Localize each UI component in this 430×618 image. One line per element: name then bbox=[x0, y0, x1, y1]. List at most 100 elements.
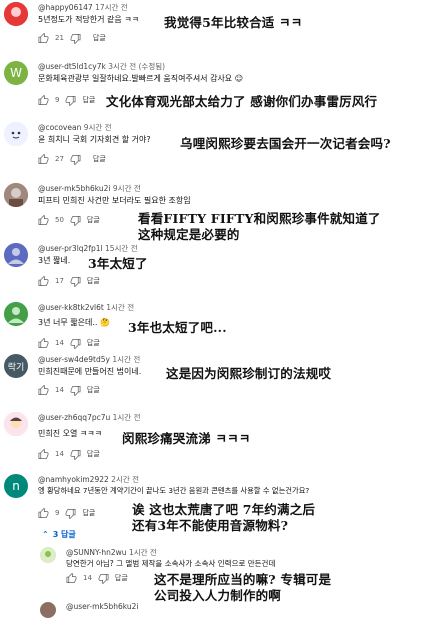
avatar-letter: 락기 bbox=[7, 362, 25, 373]
comment-time: 1시간 전 bbox=[106, 303, 135, 312]
comment-text: 당연한거 아님? 그 앨범 제작을 소속사가 소속사 인력으로 만든건데 bbox=[66, 559, 276, 568]
avatar-letter: n bbox=[12, 479, 20, 493]
comment-username[interactable]: @user-mk5bh6ku2i bbox=[66, 602, 139, 611]
comment-translation: 3年也太短了吧... bbox=[128, 320, 227, 335]
reply-button[interactable]: 답글 bbox=[87, 385, 100, 395]
comment-time: 15시간 전 bbox=[104, 244, 138, 253]
user-avatar[interactable] bbox=[4, 243, 28, 267]
comment-text: 3년 짧네. bbox=[38, 256, 71, 265]
reply-button[interactable]: 답글 bbox=[115, 573, 128, 583]
comment-translation: 3年太短了 bbox=[88, 256, 148, 271]
reply-button[interactable]: 답글 bbox=[87, 449, 100, 459]
comment-username[interactable]: @user-sw4de9td5y bbox=[38, 355, 110, 364]
like-icon[interactable] bbox=[38, 275, 49, 287]
avatar-image bbox=[4, 2, 28, 26]
view-replies-button[interactable]: ⌃ 3 답글 bbox=[42, 529, 76, 540]
comment-time: 9시간 전 bbox=[112, 184, 141, 193]
comment-username[interactable]: @user-kk8tk2vl6t bbox=[38, 303, 104, 312]
comment-time: 1시간 전 bbox=[112, 413, 141, 422]
comment-time: 3시간 전 (수정됨) bbox=[108, 62, 166, 71]
comment-username[interactable]: @SUNNY-hn2wu bbox=[66, 548, 127, 557]
avatar-image bbox=[4, 302, 28, 326]
dislike-icon[interactable] bbox=[65, 508, 76, 519]
like-count: 9 bbox=[55, 96, 60, 104]
comment-time: 1시간 전 bbox=[112, 355, 141, 364]
dislike-icon[interactable] bbox=[70, 385, 81, 396]
user-avatar[interactable] bbox=[4, 2, 28, 26]
like-icon[interactable] bbox=[38, 153, 49, 165]
comment-username[interactable]: @user-mk5bh6ku2i bbox=[38, 184, 111, 193]
comment-text: 3년 너무 짧은데.. bbox=[38, 318, 98, 327]
like-icon[interactable] bbox=[38, 507, 49, 519]
avatar-letter: W bbox=[10, 66, 22, 80]
reply-button[interactable]: 답글 bbox=[87, 276, 100, 286]
dislike-icon[interactable] bbox=[70, 215, 81, 226]
comment-translation: 文化体育观光部太给力了 感谢你们办事雷厉风行 bbox=[106, 94, 378, 109]
reply-button[interactable]: 답글 bbox=[93, 154, 106, 164]
user-avatar[interactable] bbox=[4, 122, 28, 146]
comment-username[interactable]: @user-pr3lq2fp1l bbox=[38, 244, 103, 253]
like-icon[interactable] bbox=[38, 94, 49, 106]
avatar-image bbox=[40, 547, 56, 563]
reply-button[interactable]: 답글 bbox=[82, 508, 95, 518]
like-icon[interactable] bbox=[38, 384, 49, 396]
user-avatar[interactable] bbox=[4, 412, 28, 436]
dislike-icon[interactable] bbox=[98, 573, 109, 584]
dislike-icon[interactable] bbox=[70, 338, 81, 349]
like-icon[interactable] bbox=[66, 572, 77, 584]
user-avatar[interactable] bbox=[40, 602, 56, 618]
comment-time: 1시간 전 bbox=[128, 548, 157, 557]
user-avatar[interactable] bbox=[40, 547, 56, 563]
comment-text: 윤 희치니 국회 기자회견 할 거야? bbox=[38, 135, 151, 144]
comment-username[interactable]: @user-zh6qq7pc7u bbox=[38, 413, 110, 422]
replies-count-label: 3 답글 bbox=[52, 530, 76, 539]
reply-button[interactable]: 답글 bbox=[87, 338, 100, 348]
user-avatar[interactable]: n bbox=[4, 474, 28, 498]
avatar-image bbox=[4, 122, 28, 146]
like-count: 14 bbox=[55, 386, 64, 394]
dislike-icon[interactable] bbox=[70, 449, 81, 460]
comment-username[interactable]: @happy06147 bbox=[38, 3, 93, 12]
reply-button[interactable]: 답글 bbox=[82, 95, 95, 105]
dislike-icon[interactable] bbox=[70, 33, 81, 44]
like-icon[interactable] bbox=[38, 32, 49, 44]
comment-username[interactable]: @namhyokim2922 bbox=[38, 475, 109, 484]
dislike-icon[interactable] bbox=[65, 95, 76, 106]
like-count: 17 bbox=[55, 277, 64, 285]
reply-button[interactable]: 답글 bbox=[87, 215, 100, 225]
comment-time: 9시간 전 bbox=[83, 123, 112, 132]
dislike-icon[interactable] bbox=[70, 154, 81, 165]
comment-translation: 乌哩闵熙珍要去国会开一次记者会吗? bbox=[180, 136, 391, 151]
comment-text: 엥 황당하네요 7년동안 계약기간이 끝나도 3년간 음원과 콘텐츠를 사용할 … bbox=[38, 486, 310, 495]
avatar-image bbox=[4, 243, 28, 267]
like-count: 50 bbox=[55, 216, 64, 224]
comment-username[interactable]: @cocovean bbox=[38, 123, 81, 132]
avatar-image bbox=[4, 183, 28, 207]
like-count: 27 bbox=[55, 155, 64, 163]
chevron-up-icon: ⌃ bbox=[42, 530, 49, 539]
like-icon[interactable] bbox=[38, 214, 49, 226]
user-avatar[interactable]: 락기 bbox=[4, 354, 28, 378]
comment-username[interactable]: @user-dt5ld1cy7k bbox=[38, 62, 106, 71]
comment-translation: 我觉得5年比较合适 ㅋㅋ bbox=[164, 15, 303, 30]
smile-emoji-icon: ☺ bbox=[234, 74, 244, 83]
comment-time: 2시간 전 bbox=[111, 475, 140, 484]
like-icon[interactable] bbox=[38, 337, 49, 349]
reply-button[interactable]: 답글 bbox=[93, 33, 106, 43]
like-count: 14 bbox=[55, 450, 64, 458]
like-count: 14 bbox=[55, 339, 64, 347]
reply-translation-line-2: 公司投入人力制作的啊 bbox=[154, 588, 282, 603]
user-avatar[interactable] bbox=[4, 302, 28, 326]
comment-text: 문화체육관광부 일잘하네요.발빠르게 움직여주셔서 감사요 bbox=[38, 74, 233, 83]
like-count: 9 bbox=[55, 509, 60, 517]
dislike-icon[interactable] bbox=[70, 276, 81, 287]
comment-translation: 闵熙珍痛哭流涕 ㅋㅋㅋ bbox=[122, 431, 251, 446]
comment-translation-line-2: 这种规定是必要的 bbox=[138, 227, 240, 242]
user-avatar[interactable]: W bbox=[4, 61, 28, 85]
like-count: 14 bbox=[83, 574, 92, 582]
like-icon[interactable] bbox=[38, 448, 49, 460]
comment-text: 5년정도가 적당한거 같음 ㅋㅋ bbox=[38, 15, 140, 24]
user-avatar[interactable] bbox=[4, 183, 28, 207]
thinking-emoji-icon: 🤔 bbox=[99, 318, 110, 327]
like-count: 21 bbox=[55, 34, 64, 42]
